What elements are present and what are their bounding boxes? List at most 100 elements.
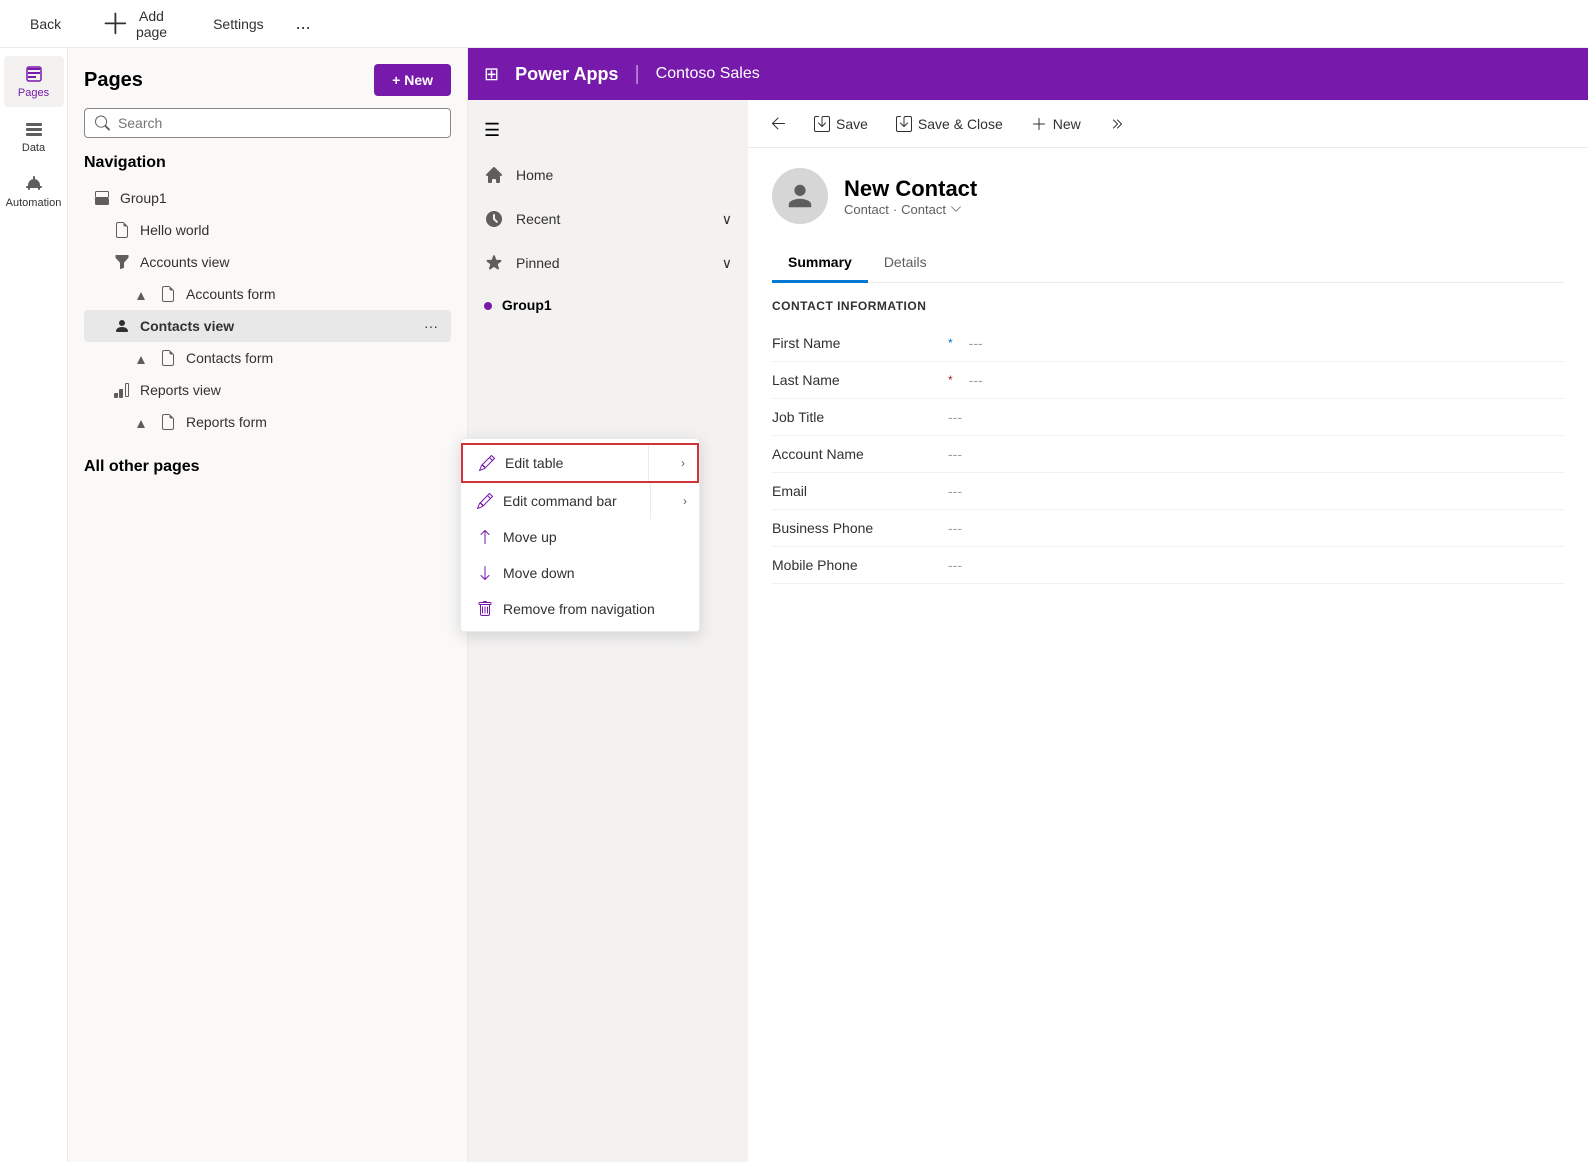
nav-item-contacts-form[interactable]: Contacts form: [84, 342, 451, 374]
navigation-title: Navigation: [84, 154, 451, 172]
group-icon: [94, 190, 110, 206]
more-toolbar-btn[interactable]: [1099, 110, 1135, 138]
context-menu-remove-from-nav[interactable]: Remove from navigation: [461, 591, 699, 627]
app-sidebar-home-label: Home: [516, 167, 553, 183]
contacts-view-ellipsis-btn[interactable]: ···: [419, 314, 443, 338]
form-area: Save Save & Close New: [748, 100, 1588, 1162]
group1-label: Group1: [502, 297, 552, 313]
new-page-button[interactable]: + New: [374, 64, 451, 96]
sidebar-pages-label: Pages: [18, 87, 49, 99]
nav-item-reports-form[interactable]: Reports form: [84, 406, 451, 438]
job-title-label: Job Title: [772, 409, 932, 425]
nav-item-contacts-view[interactable]: Contacts view ···: [84, 310, 451, 342]
contact-name: New Contact: [844, 176, 977, 202]
field-business-phone: Business Phone ---: [772, 510, 1564, 547]
hamburger-menu[interactable]: ☰: [468, 108, 748, 153]
search-input[interactable]: [118, 115, 440, 131]
form-back-button[interactable]: [760, 110, 796, 138]
settings-button[interactable]: Settings: [199, 12, 272, 36]
sidebar-item-automation[interactable]: Automation: [4, 166, 64, 217]
contact-avatar: [772, 168, 828, 224]
group1-dot: [484, 302, 492, 310]
new-record-button[interactable]: New: [1021, 110, 1091, 138]
save-close-button[interactable]: Save & Close: [886, 110, 1013, 138]
app-sidebar-pinned[interactable]: Pinned ∨: [468, 241, 748, 285]
pages-header: Pages + New: [84, 64, 451, 96]
email-value[interactable]: ---: [948, 483, 1564, 499]
context-menu-edit-command-bar[interactable]: Edit command bar ›: [461, 483, 699, 519]
nav-item-hello-world[interactable]: Hello world: [84, 214, 451, 246]
tab-summary[interactable]: Summary: [772, 244, 868, 283]
form-toolbar: Save Save & Close New: [748, 100, 1588, 148]
nav-item-accounts-form[interactable]: Accounts form: [84, 278, 451, 310]
back-button[interactable]: Back: [16, 12, 69, 36]
pages-icon: [24, 64, 44, 84]
nav-item-reports-view-label: Reports view: [140, 382, 221, 398]
add-page-label: Add page: [136, 8, 167, 40]
form-tabs: Summary Details: [772, 244, 1564, 283]
app-title: Power Apps: [515, 64, 618, 85]
view-icon: [114, 254, 130, 270]
move-up-icon: [477, 529, 493, 545]
subtitle-chevron-icon: [950, 203, 962, 215]
pages-title: Pages: [84, 69, 143, 92]
section-header-contact-info: CONTACT INFORMATION: [772, 299, 1564, 313]
nav-item-group1-label: Group1: [120, 190, 167, 206]
form-icon: [160, 286, 176, 302]
nav-item-group1[interactable]: Group1: [84, 182, 451, 214]
tab-details[interactable]: Details: [868, 244, 943, 283]
business-phone-value[interactable]: ---: [948, 520, 1564, 536]
add-page-button[interactable]: Add page: [93, 4, 175, 44]
first-name-value[interactable]: ---: [969, 335, 1564, 351]
pages-panel: Pages + New Navigation Group1 Hello worl…: [68, 48, 468, 1162]
sidebar-data-label: Data: [22, 142, 45, 154]
form-back-icon: [770, 116, 786, 132]
app-sidebar-recent-label: Recent: [516, 211, 560, 227]
save-button[interactable]: Save: [804, 110, 878, 138]
job-title-value[interactable]: ---: [948, 409, 1564, 425]
nav-item-accounts-view[interactable]: Accounts view: [84, 246, 451, 278]
search-icon: [95, 115, 110, 131]
automation-icon: [24, 174, 44, 194]
sub-arrow-icon-2: [134, 350, 150, 366]
sub-arrow-icon: [134, 286, 150, 302]
new-record-icon: [1031, 116, 1047, 132]
app-sidebar-recent[interactable]: Recent ∨: [468, 197, 748, 241]
context-menu-move-up[interactable]: Move up: [461, 519, 699, 555]
mobile-phone-value[interactable]: ---: [948, 557, 1564, 573]
edit-table-chevron: ›: [681, 456, 685, 470]
menu-divider-2: [650, 483, 651, 519]
field-email: Email ---: [772, 473, 1564, 510]
context-menu-edit-table[interactable]: Edit table ›: [461, 443, 699, 483]
reports-view-icon: [114, 382, 130, 398]
main-layout: Pages Data Automation Pages + New Naviga…: [0, 48, 1588, 1162]
menu-divider: [648, 445, 649, 481]
sidebar-item-pages[interactable]: Pages: [4, 56, 64, 107]
last-name-value[interactable]: ---: [969, 372, 1564, 388]
account-name-label: Account Name: [772, 446, 932, 462]
field-account-name: Account Name ---: [772, 436, 1564, 473]
nav-item-reports-view[interactable]: Reports view: [84, 374, 451, 406]
sub-arrow-icon-3: [134, 414, 150, 430]
move-down-label: Move down: [503, 565, 575, 581]
more-options-button[interactable]: ...: [296, 13, 311, 34]
last-name-required: *: [948, 373, 953, 387]
app-sidebar-home[interactable]: Home: [468, 153, 748, 197]
move-up-label: Move up: [503, 529, 557, 545]
sidebar-item-data[interactable]: Data: [4, 111, 64, 162]
new-record-label: New: [1053, 116, 1081, 132]
nav-item-reports-form-label: Reports form: [186, 414, 267, 430]
app-sidebar-pinned-label: Pinned: [516, 255, 560, 271]
app-sidebar-group1: Group1: [468, 285, 748, 325]
reports-form-icon: [160, 414, 176, 430]
context-menu-move-down[interactable]: Move down: [461, 555, 699, 591]
mobile-phone-label: Mobile Phone: [772, 557, 932, 573]
trash-icon: [477, 601, 493, 617]
contacts-view-icon: [114, 318, 130, 334]
contact-subtitle: Contact · Contact: [844, 202, 977, 217]
icon-sidebar: Pages Data Automation: [0, 48, 68, 1162]
recent-chevron: ∨: [722, 211, 732, 228]
move-down-icon: [477, 565, 493, 581]
account-name-value[interactable]: ---: [948, 446, 1564, 462]
remove-from-navigation-label: Remove from navigation: [503, 601, 655, 617]
